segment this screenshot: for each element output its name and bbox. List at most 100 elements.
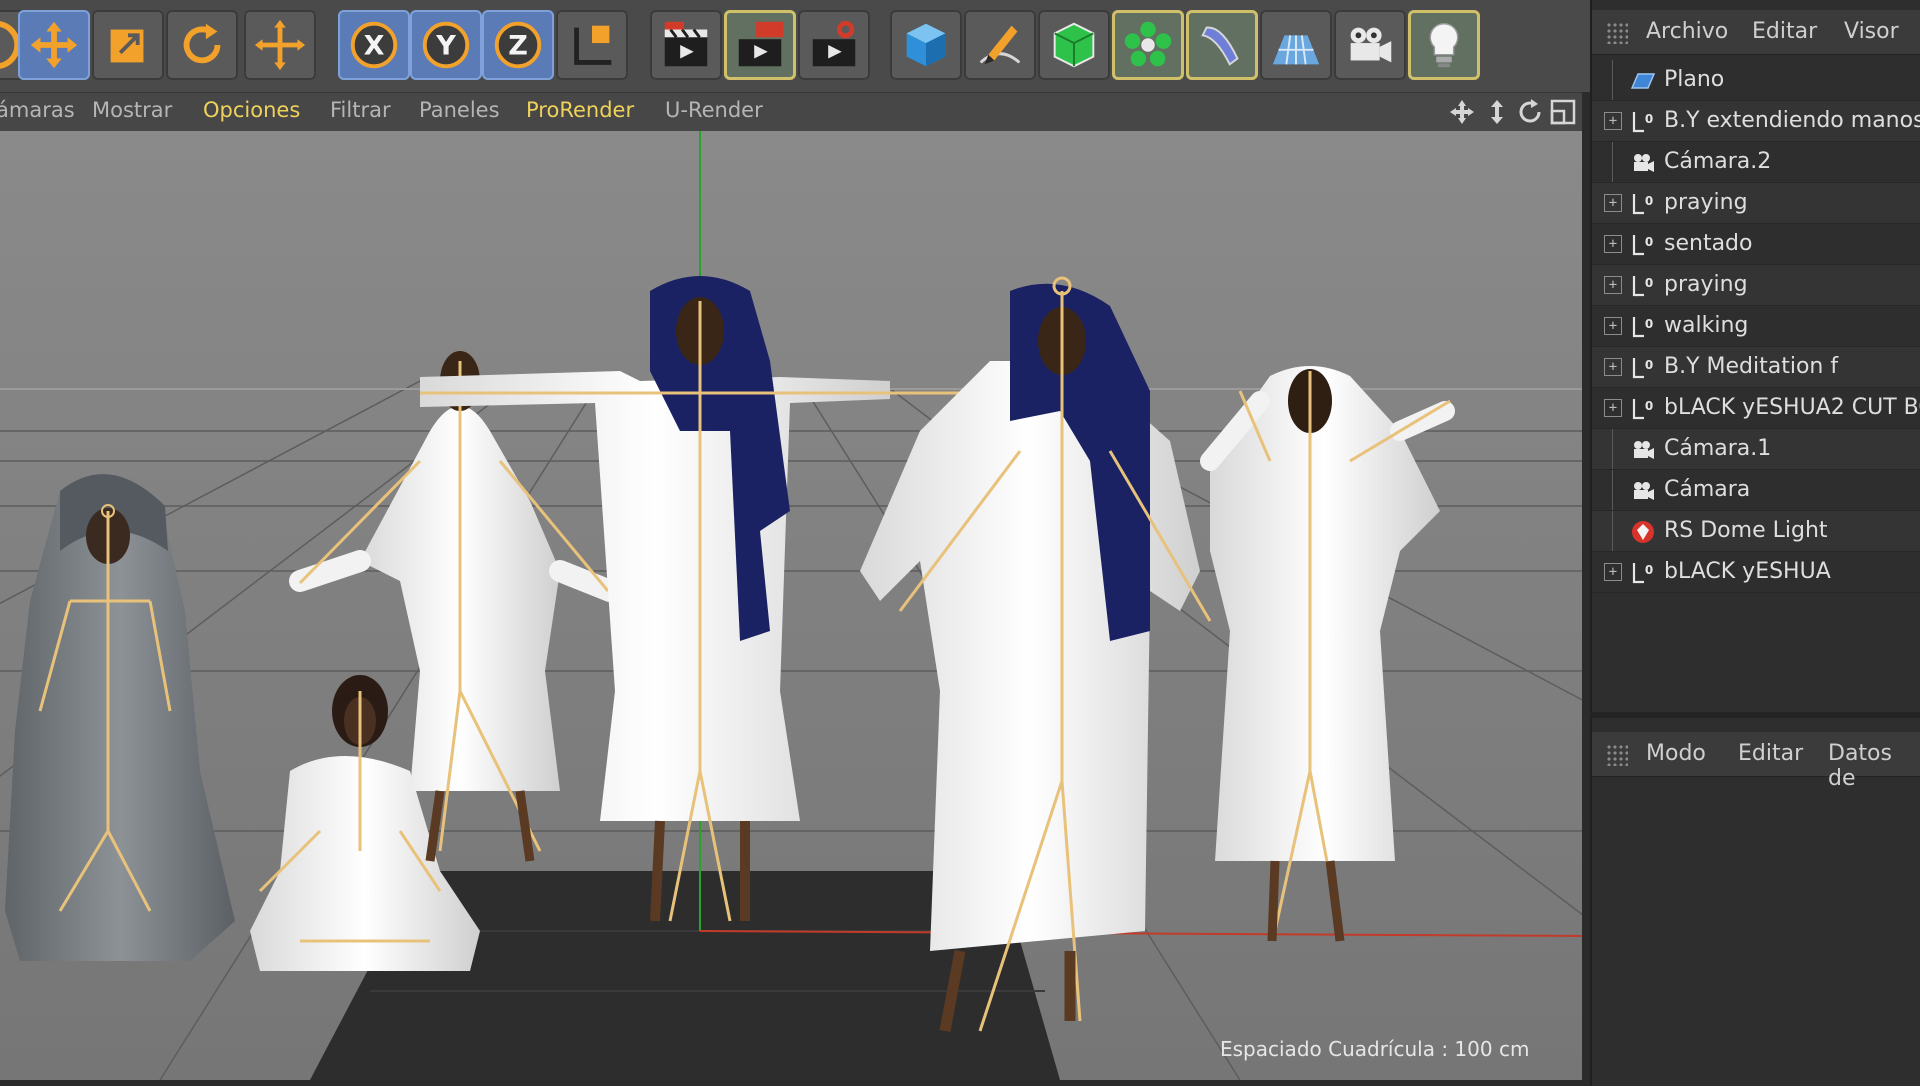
scale-icon	[110, 29, 144, 63]
coordinate-system-button[interactable]	[556, 10, 628, 80]
floor-button[interactable]	[1260, 10, 1332, 80]
rotate-view-icon[interactable]	[1515, 97, 1545, 127]
x-axis-icon: X	[350, 21, 398, 69]
menu-visor[interactable]: Visor	[1844, 19, 1899, 44]
object-row[interactable]: Cámara.1	[1592, 429, 1920, 470]
object-row[interactable]: +0 sentado	[1592, 224, 1920, 265]
rotate-tool-button[interactable]	[166, 10, 238, 80]
pan-view-icon[interactable]	[1447, 97, 1477, 127]
object-row[interactable]: +0 bLACK yESHUA	[1592, 552, 1920, 593]
scale-tool-button[interactable]	[92, 10, 164, 80]
x-axis-label: X	[364, 31, 385, 62]
null-object-icon: 0	[1630, 396, 1656, 422]
pen-spline-button[interactable]	[964, 10, 1036, 80]
object-row[interactable]: +0 walking	[1592, 306, 1920, 347]
expand-toggle-icon[interactable]: +	[1604, 276, 1622, 294]
null-object-icon: 0	[1630, 109, 1656, 135]
attribute-manager-menu: Modo Editar Datos de	[1592, 732, 1920, 791]
null-object-icon: 0	[1630, 314, 1656, 340]
panel-grip-icon[interactable]	[1606, 744, 1628, 766]
expand-toggle-icon[interactable]: +	[1604, 399, 1622, 417]
object-row[interactable]: Plano	[1592, 60, 1920, 101]
render-settings-button[interactable]	[798, 10, 870, 80]
expand-toggle-icon[interactable]: +	[1604, 235, 1622, 253]
object-label: bLACK yESHUA2 CUT BOD	[1664, 395, 1920, 420]
svg-text:0: 0	[1645, 112, 1653, 126]
cross-arrows-icon	[254, 19, 306, 71]
maximize-view-icon[interactable]	[1548, 97, 1578, 127]
object-row[interactable]: +0 praying	[1592, 183, 1920, 224]
svg-text:0: 0	[1645, 235, 1653, 249]
menu-editar[interactable]: Editar	[1752, 19, 1817, 44]
menu-editar-attr[interactable]: Editar	[1738, 741, 1803, 766]
render-region-icon	[738, 21, 784, 67]
render-region-button[interactable]	[724, 10, 796, 80]
3d-viewport[interactable]	[0, 131, 1582, 1080]
main-toolbar: X Y Z	[0, 0, 1590, 92]
object-label: Plano	[1664, 67, 1725, 92]
object-label: Cámara	[1664, 477, 1751, 502]
menu-modo[interactable]: Modo	[1646, 741, 1706, 766]
object-row[interactable]: +0 bLACK yESHUA2 CUT BOD	[1592, 388, 1920, 429]
render-view-button[interactable]	[650, 10, 722, 80]
z-axis-icon: Z	[494, 21, 542, 69]
object-label: Cámara.1	[1664, 436, 1772, 461]
floor-grid-icon	[1272, 35, 1320, 65]
subdivision-button[interactable]	[1038, 10, 1110, 80]
attribute-manager-panel: Modo Editar Datos de	[1590, 712, 1920, 1086]
expand-toggle-icon[interactable]: +	[1604, 317, 1622, 335]
tree-line	[1612, 60, 1613, 100]
object-row[interactable]: +0 B.Y Meditation f	[1592, 347, 1920, 388]
expand-toggle-icon[interactable]: +	[1604, 563, 1622, 581]
x-axis-lock-button[interactable]: X	[338, 10, 410, 80]
cloner-icon	[1124, 21, 1172, 67]
menu-mostrar[interactable]: Mostrar	[92, 98, 172, 122]
null-object-icon: 0	[1630, 232, 1656, 258]
null-object-icon: 0	[1630, 273, 1656, 299]
object-row[interactable]: Cámara.2	[1592, 142, 1920, 183]
tree-line	[1612, 429, 1613, 469]
svg-text:0: 0	[1645, 194, 1653, 208]
menu-paneles[interactable]: Paneles	[419, 98, 500, 122]
object-manager-menu: Archivo Editar Visor	[1592, 10, 1920, 55]
object-row[interactable]: +0 praying	[1592, 265, 1920, 306]
y-axis-lock-button[interactable]: Y	[410, 10, 482, 80]
plane-icon	[1630, 68, 1656, 94]
menu-u-render[interactable]: U-Render	[665, 98, 763, 122]
tree-line	[1612, 142, 1613, 182]
light-object-button[interactable]	[1408, 10, 1480, 80]
menu-archivo[interactable]: Archivo	[1646, 19, 1728, 44]
menu-filtrar[interactable]: Filtrar	[330, 98, 391, 122]
object-label: RS Dome Light	[1664, 518, 1828, 543]
menu-opciones[interactable]: Opciones	[203, 98, 300, 122]
cube-primitive-button[interactable]	[890, 10, 962, 80]
y-axis-label: Y	[435, 31, 456, 62]
z-axis-lock-button[interactable]: Z	[482, 10, 554, 80]
menu-datos[interactable]: Datos de	[1828, 741, 1920, 791]
light-bulb-icon	[1429, 23, 1459, 68]
grid-spacing-label: Espaciado Cuadrícula : 100 cm	[1220, 1037, 1530, 1061]
object-row[interactable]: +0 B.Y extendiendo manos r	[1592, 101, 1920, 142]
object-row[interactable]: Cámara	[1592, 470, 1920, 511]
movie-camera-icon	[1350, 27, 1392, 63]
move-tool-button[interactable]	[18, 10, 90, 80]
bend-deformer-icon	[1201, 26, 1239, 66]
zoom-view-icon[interactable]	[1482, 97, 1512, 127]
expand-toggle-icon[interactable]: +	[1604, 358, 1622, 376]
cloner-button[interactable]	[1112, 10, 1184, 80]
object-row[interactable]: RS Dome Light	[1592, 511, 1920, 552]
svg-text:0: 0	[1645, 358, 1653, 372]
object-label: Cámara.2	[1664, 149, 1772, 174]
menu-camaras[interactable]: ámaras	[0, 98, 75, 122]
menu-prorender[interactable]: ProRender	[526, 98, 634, 122]
object-label: B.Y extendiendo manos r	[1664, 108, 1920, 133]
transform-tool-button[interactable]	[244, 10, 316, 80]
expand-toggle-icon[interactable]: +	[1604, 112, 1622, 130]
panel-grip-icon[interactable]	[1606, 22, 1628, 44]
expand-toggle-icon[interactable]: +	[1604, 194, 1622, 212]
svg-text:0: 0	[1645, 399, 1653, 413]
camera-object-button[interactable]	[1334, 10, 1406, 80]
object-label: praying	[1664, 190, 1748, 215]
deformer-button[interactable]	[1186, 10, 1258, 80]
object-label: sentado	[1664, 231, 1753, 256]
